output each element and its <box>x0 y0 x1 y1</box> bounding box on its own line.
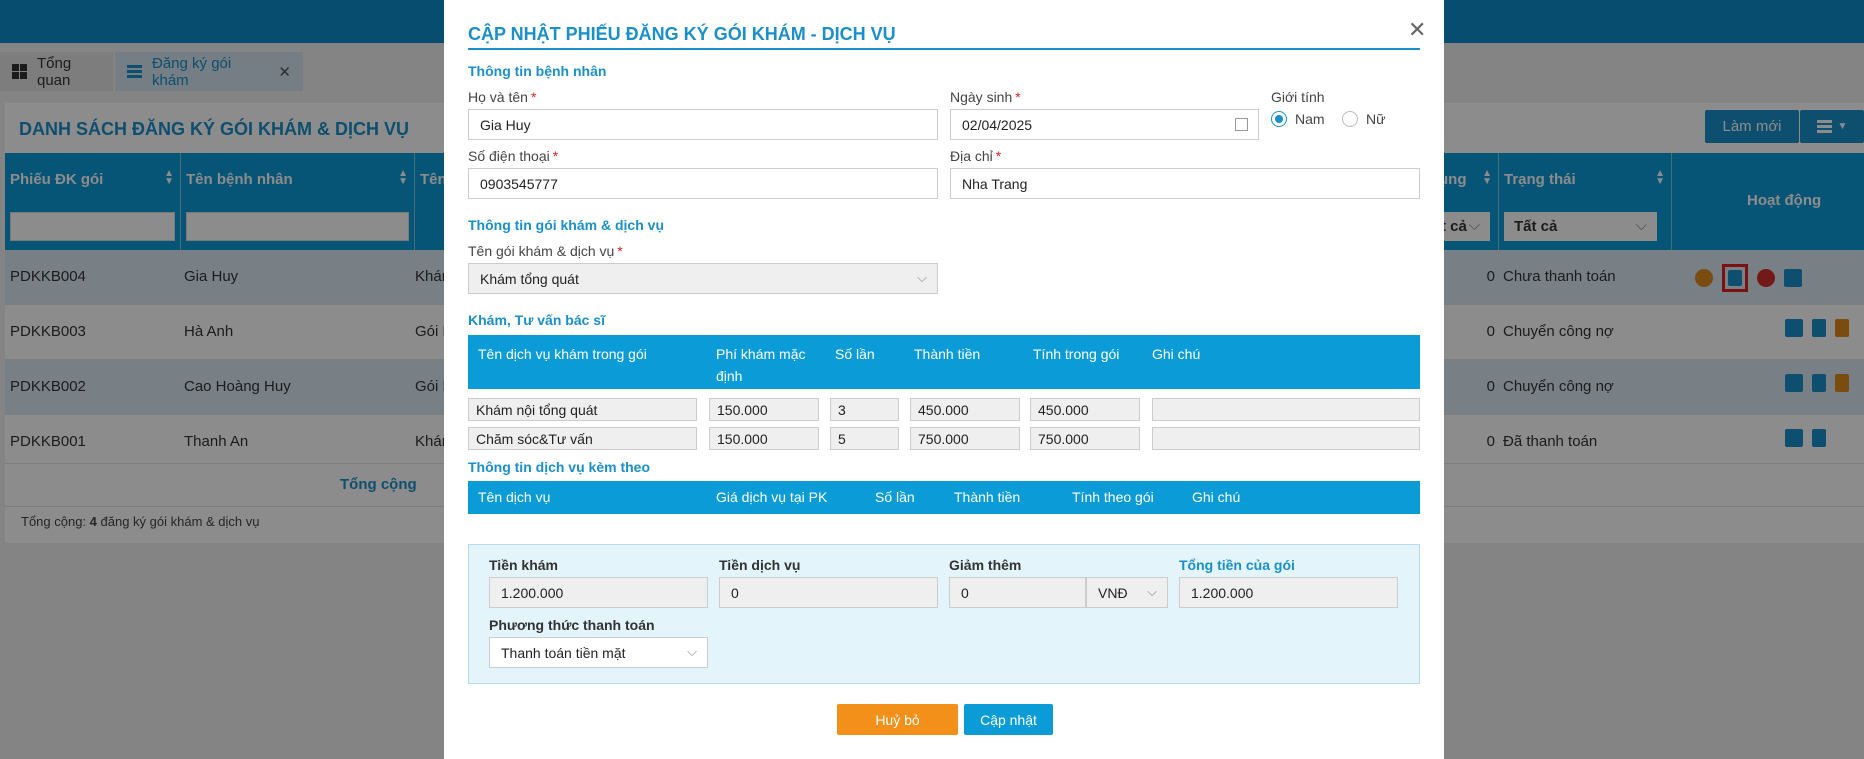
package-select[interactable]: Khám tổng quát ⌵ <box>468 263 938 294</box>
calendar-icon[interactable] <box>1235 118 1248 131</box>
title-divider <box>468 48 1420 50</box>
exam-section-title: Khám, Tư vấn bác sĩ <box>468 312 605 328</box>
exam-header-amount: Thành tiền <box>914 346 981 362</box>
chevron-down-icon: ⌵ <box>917 270 927 285</box>
exam-row-1-note[interactable] <box>1152 398 1420 421</box>
exam-row-1-amount[interactable]: 450.000 <box>910 398 1020 421</box>
phone-field[interactable]: 0903545777 <box>468 168 938 199</box>
dob-value: 02/04/2025 <box>962 117 1033 133</box>
package-value: Khám tổng quát <box>480 271 579 287</box>
exam-fee-label: Tiền khám <box>489 557 558 573</box>
exam-table-header: Tên dịch vụ khám trong gói Phí khám mặc … <box>468 335 1420 389</box>
gender-male-radio[interactable]: Nam <box>1271 111 1325 127</box>
payment-method-select[interactable]: Thanh toán tiền mặt ⌵ <box>489 637 708 668</box>
service-header-note: Ghi chú <box>1192 489 1241 505</box>
radio-checked-icon <box>1271 111 1287 127</box>
exam-row-1-in-package[interactable]: 450.000 <box>1030 398 1140 421</box>
dob-field[interactable]: 02/04/2025 <box>950 109 1259 140</box>
service-section-title: Thông tin dịch vụ kèm theo <box>468 459 650 475</box>
name-label: Họ và tên * <box>468 89 537 105</box>
update-registration-modal: CẬP NHẬT PHIẾU ĐĂNG KÝ GÓI KHÁM - DỊCH V… <box>444 0 1444 759</box>
service-header-amount: Thành tiền <box>954 489 1021 505</box>
patient-name-field[interactable]: Gia Huy <box>468 109 938 140</box>
package-label: Tên gói khám & dịch vụ * <box>468 243 623 259</box>
exam-row-2-times[interactable]: 5 <box>830 427 899 450</box>
exam-header-service: Tên dịch vụ khám trong gói <box>478 346 647 362</box>
radio-unchecked-icon <box>1342 111 1358 127</box>
exam-row-1-fee[interactable]: 150.000 <box>709 398 819 421</box>
gender-label: Giới tính <box>1271 89 1325 105</box>
payment-method-value: Thanh toán tiền mặt <box>501 645 626 661</box>
gender-female-radio[interactable]: Nữ <box>1342 111 1385 127</box>
service-header-name: Tên dịch vụ <box>478 489 551 505</box>
exam-row-2-in-package[interactable]: 750.000 <box>1030 427 1140 450</box>
update-button[interactable]: Cập nhật <box>964 704 1053 735</box>
exam-row-2-amount[interactable]: 750.000 <box>910 427 1020 450</box>
exam-row-2-note[interactable] <box>1152 427 1420 450</box>
chevron-down-icon: ⌵ <box>1147 584 1157 599</box>
exam-header-note: Ghi chú <box>1152 346 1201 362</box>
exam-row-2-fee[interactable]: 150.000 <box>709 427 819 450</box>
service-table-header: Tên dịch vụ Giá dịch vụ tại PK Số lần Th… <box>468 481 1420 514</box>
chevron-down-icon: ⌵ <box>687 644 697 659</box>
modal-title: CẬP NHẬT PHIẾU ĐĂNG KÝ GÓI KHÁM - DỊCH V… <box>468 24 896 44</box>
exam-header-in-package: Tính trong gói <box>1033 346 1120 362</box>
payment-method-label: Phương thức thanh toán <box>489 617 655 633</box>
exam-row-1-service[interactable]: Khám nội tổng quát <box>468 398 697 421</box>
address-label: Địa chỉ * <box>950 148 1002 164</box>
discount-unit-value: VNĐ <box>1098 585 1128 601</box>
patient-section-title: Thông tin bệnh nhân <box>468 63 607 79</box>
package-total-label: Tổng tiền của gói <box>1179 557 1295 573</box>
service-fee-field[interactable]: 0 <box>719 577 938 608</box>
service-fee-label: Tiền dịch vụ <box>719 557 801 573</box>
discount-label: Giảm thêm <box>949 557 1022 573</box>
package-section-title: Thông tin gói khám & dịch vụ <box>468 217 664 233</box>
gender-female-label: Nữ <box>1366 111 1386 127</box>
exam-fee-field[interactable]: 1.200.000 <box>489 577 708 608</box>
phone-label: Số điện thoại * <box>468 148 559 164</box>
cancel-button[interactable]: Huỷ bỏ <box>837 704 958 735</box>
package-total-field[interactable]: 1.200.000 <box>1179 577 1398 608</box>
discount-unit-select[interactable]: VNĐ ⌵ <box>1086 577 1168 608</box>
exam-row-1-times[interactable]: 3 <box>830 398 899 421</box>
exam-row-2-service[interactable]: Chăm sóc&Tư vấn <box>468 427 697 450</box>
service-header-times: Số lần <box>875 489 915 505</box>
service-header-by-package: Tính theo gói <box>1072 489 1154 505</box>
service-header-price: Giá dịch vụ tại PK <box>716 489 828 505</box>
exam-header-times: Số lần <box>835 346 875 362</box>
close-icon[interactable]: ✕ <box>1408 17 1426 43</box>
dob-label: Ngày sinh * <box>950 89 1021 105</box>
discount-field[interactable]: 0 <box>949 577 1086 608</box>
exam-header-fee: Phí khám mặc định <box>716 346 806 384</box>
gender-male-label: Nam <box>1295 111 1325 127</box>
address-field[interactable]: Nha Trang <box>950 168 1420 199</box>
summary-box: Tiền khám 1.200.000 Tiền dịch vụ 0 Giảm … <box>468 544 1420 684</box>
